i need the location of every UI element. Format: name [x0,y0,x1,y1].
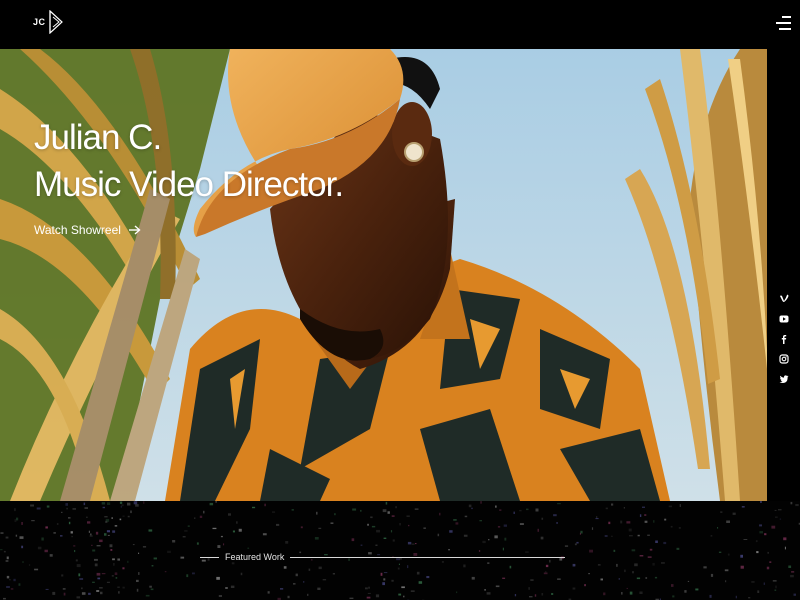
instagram-icon[interactable] [779,351,789,364]
heading-divider-right [290,556,565,558]
site-logo[interactable]: JC [33,9,65,35]
twitter-icon[interactable] [779,371,789,383]
featured-work-section: Featured Work [0,501,800,600]
facebook-icon[interactable] [779,331,789,344]
heading-divider-left [200,556,219,558]
hamburger-menu-icon[interactable] [776,14,791,32]
arrow-right-icon [128,225,141,235]
watch-showreel-link[interactable]: Watch Showreel [34,223,141,237]
hero-title: Julian C. Music Video Director. [34,114,344,208]
page: JC Julian C. Music Video Director. Watch… [0,0,800,600]
featured-work-heading: Featured Work [200,550,565,564]
hero-section: Julian C. Music Video Director. Watch Sh… [0,49,767,501]
social-rail [767,49,800,501]
logo-play-icon [48,10,63,34]
featured-work-label: Featured Work [225,552,285,562]
logo-text: JC [33,17,46,27]
hero-title-name: Julian C. [34,118,162,157]
watch-showreel-label: Watch Showreel [34,223,121,237]
youtube-icon[interactable] [779,311,789,323]
hero-title-role: Music Video Director. [34,165,344,204]
vimeo-icon[interactable] [779,290,789,302]
site-header: JC [0,0,800,49]
